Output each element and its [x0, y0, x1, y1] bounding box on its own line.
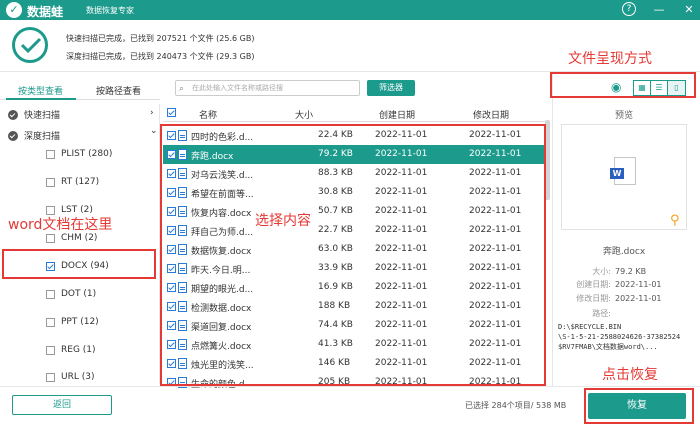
quick-scan-status: 快速扫描已完成，已找到 207521 个文件 (25.6 GB) [66, 34, 255, 43]
preview-panel: ◉ ▦ ☰ ▯ 预览 W ⚲ 奔跑.docx 大小: 79.2 KB 创建日期: 2… [552, 72, 694, 386]
preview-size: 大小: 79.2 KB [561, 266, 646, 277]
file-type-tree: 快速扫描 › 深度扫描 ⌄ PLIST (280) RT (127) LST (… [0, 104, 160, 384]
tree-item-label: REG (1) [61, 345, 96, 355]
preview-thumbnail: W ⚲ [561, 124, 687, 230]
tree-item-rt[interactable]: RT (127) [46, 177, 99, 187]
tree-node-quick-scan[interactable]: 快速扫描 [8, 108, 60, 121]
annotation-box-view-mode [550, 72, 696, 98]
checkbox[interactable] [46, 149, 55, 159]
search-placeholder: 在此处输入文件名称或路径搜 [192, 84, 283, 92]
tree-item-reg[interactable]: REG (1) [46, 345, 96, 355]
annotation-box-recover [584, 388, 694, 424]
word-badge: W [610, 168, 624, 179]
close-button[interactable]: ✕ [682, 2, 696, 18]
meta-key: 修改日期: [576, 294, 611, 303]
header-name[interactable]: 名称 [199, 108, 217, 121]
word-document-icon: W [610, 157, 636, 185]
app-logo-icon: ✓ [6, 2, 22, 18]
annotation-word-here: word文档在这里 [8, 217, 113, 233]
checkbox[interactable] [46, 372, 55, 382]
meta-key: 路径: [592, 309, 611, 318]
search-input[interactable]: ⌕ 在此处输入文件名称或路径搜 [175, 80, 360, 96]
tree-item-label: RT (127) [61, 177, 100, 187]
tab-by-path[interactable]: 按路径查看 [96, 84, 141, 97]
annotation-click-recover: 点击恢复 [602, 367, 658, 383]
checkbox[interactable] [46, 317, 55, 327]
header-modified[interactable]: 修改日期 [473, 108, 509, 121]
preview-title: 预览 [614, 111, 633, 121]
header-size[interactable]: 大小 [295, 108, 313, 121]
annotation-box-docx [2, 249, 156, 279]
checked-icon [8, 130, 18, 141]
help-icon[interactable]: ? [622, 2, 636, 16]
deep-scan-status: 深度扫描已完成，已找到 240473 个文件 (29.3 GB) [66, 52, 255, 61]
selection-info: 已选择 284个项目/ 538 MB [465, 401, 567, 410]
annotation-view-mode: 文件呈现方式 [568, 51, 652, 67]
tree-item-url[interactable]: URL (3) [46, 372, 94, 382]
preview-path: D:\$RECYCLE.BIN \S-1-5-21-2588024626-373… [558, 322, 692, 352]
back-button[interactable]: 返回 [12, 395, 112, 415]
checkbox[interactable] [46, 233, 55, 243]
annotation-select-content: 选择内容 [255, 213, 311, 229]
left-view-tabs: 按类型查看 按路径查看 [0, 80, 160, 100]
annotation-box-file-list [160, 124, 546, 386]
path-line: $RV7FMAB\文档数据word\... [558, 343, 658, 351]
path-line: \S-1-5-21-2588024626-37382524 [558, 333, 681, 341]
chevron-down-icon[interactable]: ⌄ [150, 126, 158, 136]
meta-key: 大小: [592, 267, 611, 276]
preview-modified: 修改日期: 2022-11-01 [561, 293, 662, 304]
app-name: 数据蛙 [27, 5, 64, 19]
checked-icon [8, 109, 18, 120]
header-created[interactable]: 创建日期 [379, 108, 415, 121]
preview-filename: 奔跑.docx [602, 247, 646, 257]
checkbox[interactable] [46, 289, 55, 299]
title-bar: ✓ 数据蛙 数据恢复专家 ? — ✕ [0, 0, 700, 20]
tree-item-chm[interactable]: CHM (2) [46, 233, 97, 243]
checkbox[interactable] [46, 345, 55, 355]
tab-by-type[interactable]: 按类型查看 [18, 84, 63, 97]
search-icon: ⌕ [179, 84, 185, 94]
tree-node-deep-scan[interactable]: 深度扫描 [8, 129, 60, 142]
zoom-icon[interactable]: ⚲ [670, 213, 680, 228]
tree-item-label: PLIST (280) [61, 149, 113, 159]
tree-item-ppt[interactable]: PPT (12) [46, 317, 99, 327]
minimize-button[interactable]: — [652, 2, 666, 18]
tree-item-plist[interactable]: PLIST (280) [46, 149, 112, 159]
tree-item-label: DOT (1) [61, 289, 97, 299]
tree-node-label: 深度扫描 [24, 132, 61, 142]
preview-created: 创建日期: 2022-11-01 [561, 279, 662, 290]
select-all-checkbox[interactable] [167, 108, 176, 117]
active-tab-indicator [6, 98, 76, 100]
app-subtitle: 数据恢复专家 [86, 6, 134, 15]
meta-key: 创建日期: [576, 280, 611, 289]
path-line: D:\$RECYCLE.BIN [558, 323, 622, 331]
meta-value: 79.2 KB [615, 267, 647, 276]
table-header: 名称 大小 创建日期 修改日期 [163, 104, 547, 122]
meta-value: 2022-11-01 [615, 280, 662, 289]
filter-button[interactable]: 筛选器 [367, 80, 415, 96]
tree-item-label: CHM (2) [61, 233, 98, 243]
tree-item-dot[interactable]: DOT (1) [46, 289, 96, 299]
chevron-right-icon[interactable]: › [150, 108, 154, 118]
checkbox[interactable] [46, 177, 55, 187]
scan-complete-icon [12, 27, 48, 63]
tree-item-label: PPT (12) [61, 317, 99, 327]
tree-node-label: 快速扫描 [24, 111, 61, 121]
preview-path-label: 路径: [561, 308, 615, 319]
meta-value: 2022-11-01 [615, 294, 662, 303]
tree-item-label: URL (3) [61, 372, 95, 382]
